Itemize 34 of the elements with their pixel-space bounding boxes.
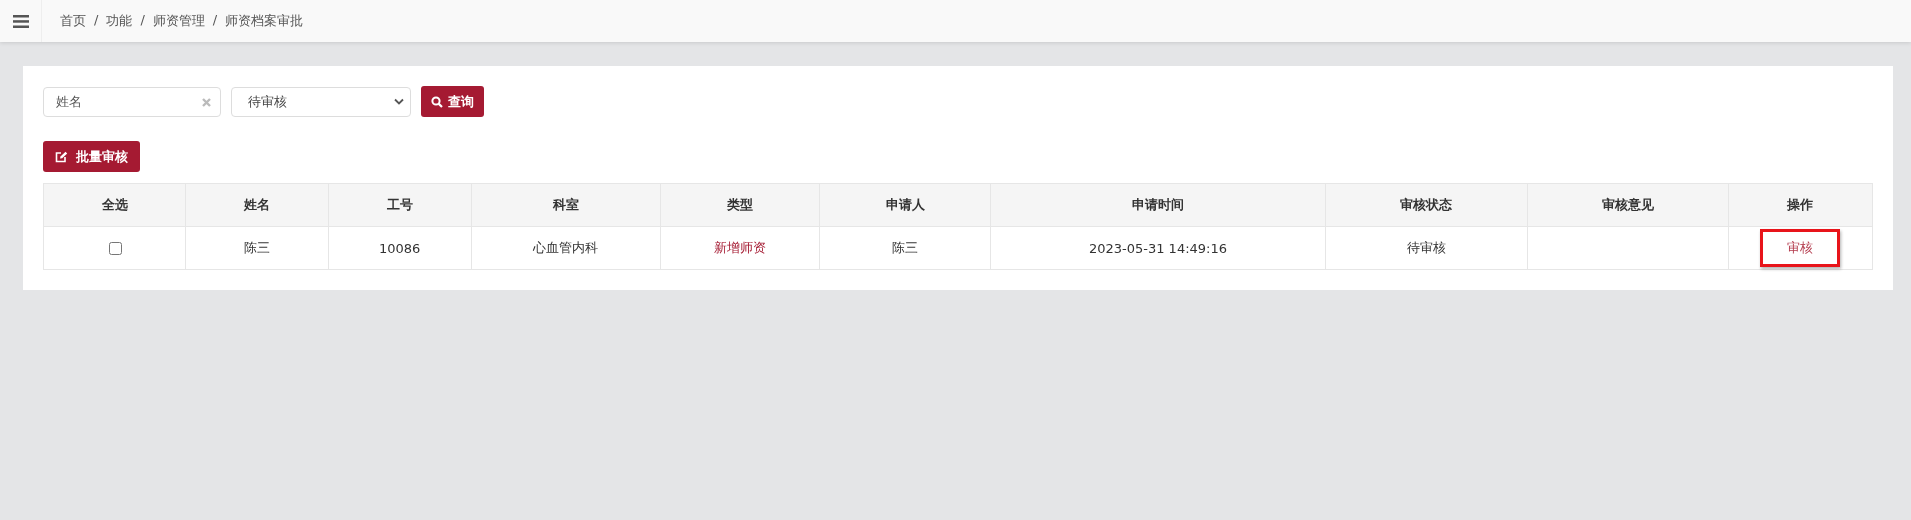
chevron-down-icon [394, 98, 404, 105]
breadcrumb-separator: / [140, 12, 145, 29]
column-header: 工号 [328, 183, 472, 227]
breadcrumb-separator: / [94, 12, 99, 29]
breadcrumb-item[interactable]: 功能 [106, 12, 133, 30]
review-link[interactable]: 审核 [1787, 240, 1814, 255]
table-cell: 待审核 [1325, 226, 1527, 270]
table-cell: 10086 [328, 226, 472, 270]
table-cell: 2023-05-31 14:49:16 [990, 226, 1326, 270]
search-button[interactable]: 查询 [421, 86, 484, 117]
table-cell: 陈三 [819, 226, 991, 270]
edit-icon [55, 150, 68, 163]
name-field[interactable]: 姓名 [43, 86, 221, 117]
breadcrumb-item[interactable]: 首页 [60, 12, 86, 30]
column-header: 类型 [660, 183, 820, 227]
table-cell: 新增师资 [660, 226, 820, 270]
table-cell: 心血管内科 [471, 226, 661, 270]
column-header: 科室 [471, 183, 661, 227]
column-header: 申请时间 [990, 183, 1326, 227]
table-cell: 陈三 [185, 226, 329, 270]
column-header: 全选 [43, 183, 186, 227]
status-dropdown[interactable]: 待审核 [231, 86, 411, 117]
search-icon [431, 95, 443, 108]
column-header: 审核意见 [1527, 183, 1729, 227]
column-header: 姓名 [185, 183, 329, 227]
column-header: 审核状态 [1325, 183, 1527, 227]
menu-icon[interactable] [0, 0, 42, 42]
column-header: 申请人 [819, 183, 991, 227]
breadcrumb-item: 师资档案审批 [225, 12, 304, 30]
column-header: 操作 [1728, 183, 1873, 227]
breadcrumb-separator: / [212, 12, 218, 29]
breadcrumb-item[interactable]: 师资管理 [152, 12, 205, 30]
row-checkbox[interactable] [108, 241, 122, 255]
batch-review-button[interactable]: 批量审核 [43, 141, 140, 172]
